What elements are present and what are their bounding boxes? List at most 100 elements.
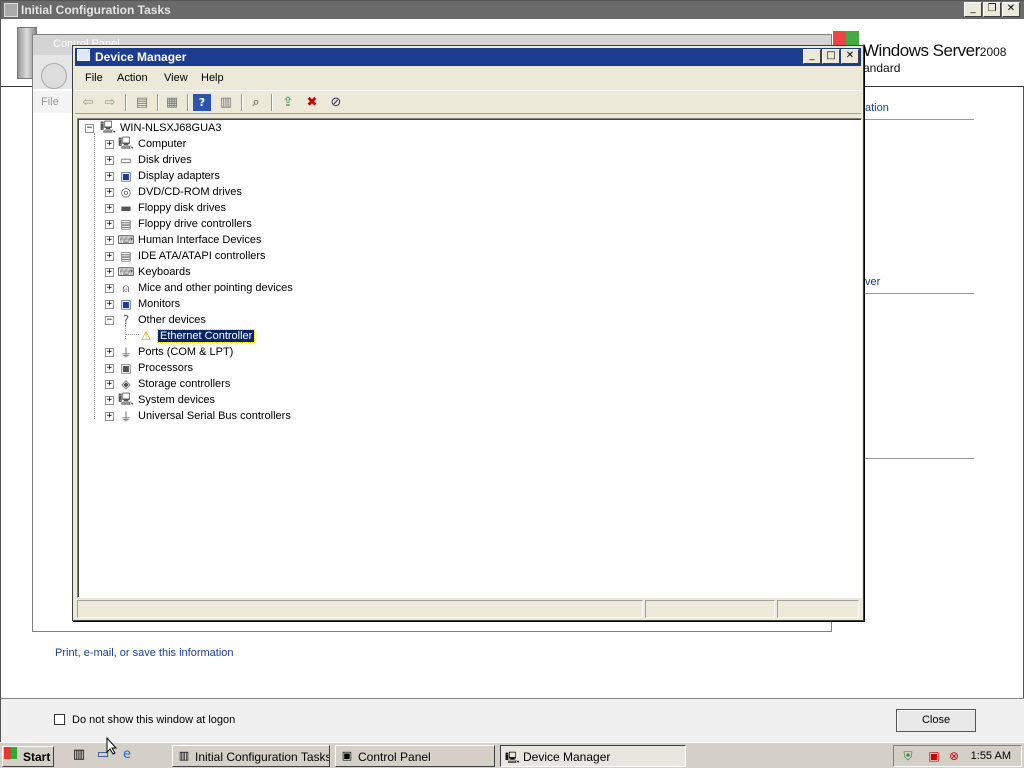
expand-icon[interactable]: + bbox=[105, 364, 114, 373]
tree-item-label: IDE ATA/ATAPI controllers bbox=[138, 250, 266, 262]
scan-hardware-icon[interactable]: ⌕ bbox=[247, 94, 265, 111]
right-link-1[interactable]: ation bbox=[865, 102, 889, 114]
toolbar-separator bbox=[271, 94, 273, 111]
hid-icon: ⌨ bbox=[117, 233, 135, 247]
tree-line bbox=[125, 334, 139, 335]
cp-menu-file[interactable]: File bbox=[41, 96, 59, 108]
volume-muted-icon[interactable]: ⊗ bbox=[946, 749, 962, 765]
tree-item-processors[interactable]: ▣ Processors bbox=[118, 360, 193, 376]
tree-item-ide-controllers[interactable]: ▤ IDE ATA/ATAPI controllers bbox=[118, 248, 266, 264]
expand-icon[interactable]: + bbox=[105, 268, 114, 277]
expand-icon[interactable]: + bbox=[105, 396, 114, 405]
expand-icon[interactable]: + bbox=[105, 156, 114, 165]
dm-title-bar[interactable]: Device Manager bbox=[75, 48, 861, 66]
dm-caption-buttons: _ □ ✕ bbox=[803, 49, 859, 64]
expand-icon[interactable]: + bbox=[105, 412, 114, 421]
task-initial-configuration[interactable]: ▥ Initial Configuration Tasks bbox=[172, 745, 330, 767]
tree-item-computer[interactable]: 🖳 Computer bbox=[118, 136, 186, 152]
tree-item-floppy-disk-drives[interactable]: ▬ Floppy disk drives bbox=[118, 200, 226, 216]
toolbar-separator bbox=[187, 94, 189, 111]
clock[interactable]: 1:55 AM bbox=[971, 750, 1011, 762]
console-tree-icon[interactable]: ▤ bbox=[133, 94, 151, 111]
expand-icon[interactable]: + bbox=[105, 140, 114, 149]
internet-explorer-icon[interactable]: e bbox=[118, 747, 136, 765]
tree-item-label: DVD/CD-ROM drives bbox=[138, 186, 242, 198]
close-icon[interactable]: ✕ bbox=[1002, 2, 1020, 17]
expand-icon[interactable]: + bbox=[105, 284, 114, 293]
task-device-manager[interactable]: 🖳 Device Manager bbox=[500, 745, 686, 767]
ict-title-bar[interactable]: Initial Configuration Tasks bbox=[1, 1, 1024, 19]
status-pane bbox=[645, 600, 775, 618]
status-pane bbox=[777, 600, 859, 618]
expand-icon[interactable]: + bbox=[105, 188, 114, 197]
back-icon[interactable]: ⇦ bbox=[79, 94, 97, 111]
tree-item-ethernet-controller[interactable]: ⚠ Ethernet Controller bbox=[138, 328, 256, 344]
divider bbox=[863, 458, 974, 459]
menu-help[interactable]: Help bbox=[201, 72, 224, 84]
do-not-show-checkbox[interactable] bbox=[54, 714, 65, 725]
show-hide-icon[interactable]: ▥ bbox=[217, 94, 235, 111]
tree-item-display-adapters[interactable]: ▣ Display adapters bbox=[118, 168, 220, 184]
back-icon[interactable] bbox=[41, 63, 67, 89]
tree-item-dvd-drives[interactable]: ◎ DVD/CD-ROM drives bbox=[118, 184, 242, 200]
menu-action[interactable]: Action bbox=[117, 72, 148, 84]
collapse-icon[interactable]: − bbox=[105, 316, 114, 325]
tree-item-label: Keyboards bbox=[138, 266, 191, 278]
security-icon[interactable]: ⛨ bbox=[900, 749, 916, 765]
warning-device-icon: ⚠ bbox=[140, 329, 152, 343]
tree-item-label: Human Interface Devices bbox=[138, 234, 262, 246]
ict-title-text: Initial Configuration Tasks bbox=[21, 3, 171, 17]
computer-icon: 🖳 bbox=[118, 135, 135, 150]
task-control-panel[interactable]: ▣ Control Panel bbox=[335, 745, 495, 767]
expand-icon[interactable]: + bbox=[105, 236, 114, 245]
tree-item-keyboards[interactable]: ⌨ Keyboards bbox=[117, 264, 191, 280]
computer-icon: 🖳 bbox=[100, 119, 117, 134]
minimize-icon[interactable]: _ bbox=[964, 2, 982, 17]
right-link-2[interactable]: ver bbox=[865, 276, 880, 288]
tree-item-mice[interactable]: ⍝ Mice and other pointing devices bbox=[118, 280, 292, 296]
restore-icon[interactable]: ❐ bbox=[983, 2, 1001, 17]
server-manager-icon[interactable]: ▥ bbox=[70, 747, 88, 765]
do-not-show-label[interactable]: Do not show this window at logon bbox=[72, 714, 235, 726]
expand-icon[interactable]: + bbox=[105, 380, 114, 389]
expand-icon[interactable]: + bbox=[105, 300, 114, 309]
expand-icon[interactable]: + bbox=[105, 204, 114, 213]
maximize-icon[interactable]: □ bbox=[822, 49, 840, 64]
expand-icon[interactable]: + bbox=[105, 172, 114, 181]
properties-icon[interactable]: ▦ bbox=[163, 94, 181, 111]
brand-version: 2008 bbox=[979, 45, 1007, 59]
brand-edition: andard bbox=[863, 61, 901, 75]
uninstall-icon[interactable]: ✖ bbox=[303, 94, 321, 111]
tree-item-usb-controllers[interactable]: ⏚ Universal Serial Bus controllers bbox=[118, 408, 291, 424]
tree-item-floppy-controllers[interactable]: ▤ Floppy drive controllers bbox=[118, 216, 251, 232]
tree-item-ports[interactable]: ⏚ Ports (COM & LPT) bbox=[118, 344, 233, 360]
minimize-icon[interactable]: _ bbox=[803, 49, 821, 64]
menu-file[interactable]: File bbox=[85, 72, 103, 84]
tree-item-storage-controllers[interactable]: ◈ Storage controllers bbox=[118, 376, 230, 392]
update-driver-icon[interactable]: ⇪ bbox=[279, 94, 297, 111]
unknown-device-icon: ? bbox=[122, 313, 130, 327]
expand-icon[interactable]: + bbox=[105, 220, 114, 229]
expand-icon[interactable]: + bbox=[105, 348, 114, 357]
tree-item-label: Ports (COM & LPT) bbox=[138, 346, 234, 358]
monitor-icon: ▣ bbox=[120, 297, 132, 311]
help-icon[interactable]: ? bbox=[193, 94, 211, 111]
tree-item-hid[interactable]: ⌨ Human Interface Devices bbox=[117, 232, 262, 248]
tree-item-disk-drives[interactable]: ▭ Disk drives bbox=[118, 152, 191, 168]
print-email-save-link[interactable]: Print, e-mail, or save this information bbox=[55, 647, 234, 659]
tree-item-system-devices[interactable]: 🖳 System devices bbox=[118, 392, 215, 408]
menu-view[interactable]: View bbox=[164, 72, 188, 84]
forward-icon[interactable]: ⇨ bbox=[101, 94, 119, 111]
close-button[interactable]: Close bbox=[896, 709, 976, 732]
windows-logo-icon bbox=[4, 747, 17, 759]
tree-item-other-devices[interactable]: ? Other devices bbox=[118, 312, 206, 328]
tree-item-monitors[interactable]: ▣ Monitors bbox=[118, 296, 180, 312]
floppy-controller-icon: ▤ bbox=[120, 217, 132, 231]
tree-item-label: System devices bbox=[138, 394, 216, 406]
disable-icon[interactable]: ⊘ bbox=[327, 94, 345, 111]
close-icon[interactable]: ✕ bbox=[841, 49, 859, 64]
expand-icon[interactable]: − bbox=[85, 124, 94, 133]
floppy-disk-icon: ▬ bbox=[120, 201, 132, 215]
expand-icon[interactable]: + bbox=[105, 252, 114, 261]
network-disconnected-icon[interactable]: ▣ bbox=[926, 749, 942, 765]
